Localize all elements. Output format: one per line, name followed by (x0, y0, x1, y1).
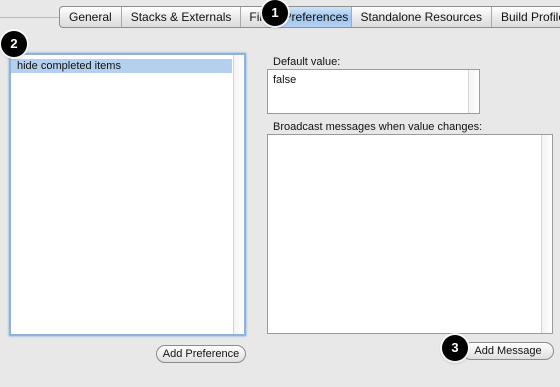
tab-standalone-resources[interactable]: Standalone Resources (352, 7, 492, 27)
broadcast-messages-scrollbar[interactable] (541, 135, 552, 333)
default-value-text: false (273, 74, 297, 86)
preferences-list-scrollbar[interactable] (233, 55, 244, 334)
add-message-button[interactable]: Add Message (462, 342, 554, 360)
callout-marker-3: 3 (442, 335, 468, 361)
default-value-field[interactable]: false (267, 69, 480, 114)
default-value-scrollbar[interactable] (468, 70, 479, 113)
tab-stacks-externals[interactable]: Stacks & Externals (122, 7, 242, 27)
default-value-label: Default value: (273, 56, 341, 68)
broadcast-messages-label: Broadcast messages when value changes: (273, 121, 483, 133)
tab-general[interactable]: General (60, 7, 122, 27)
preference-item-hide-completed[interactable]: hide completed items (11, 59, 232, 73)
preferences-list[interactable]: hide completed items (9, 53, 246, 336)
tab-build-profiles[interactable]: Build Profiles (492, 7, 560, 27)
tab-bar: General Stacks & Externals Files Prefere… (59, 6, 560, 28)
callout-marker-1: 1 (262, 0, 288, 26)
callout-marker-2: 2 (1, 31, 27, 57)
add-preference-button[interactable]: Add Preference (156, 345, 246, 363)
broadcast-messages-field[interactable] (267, 134, 553, 334)
